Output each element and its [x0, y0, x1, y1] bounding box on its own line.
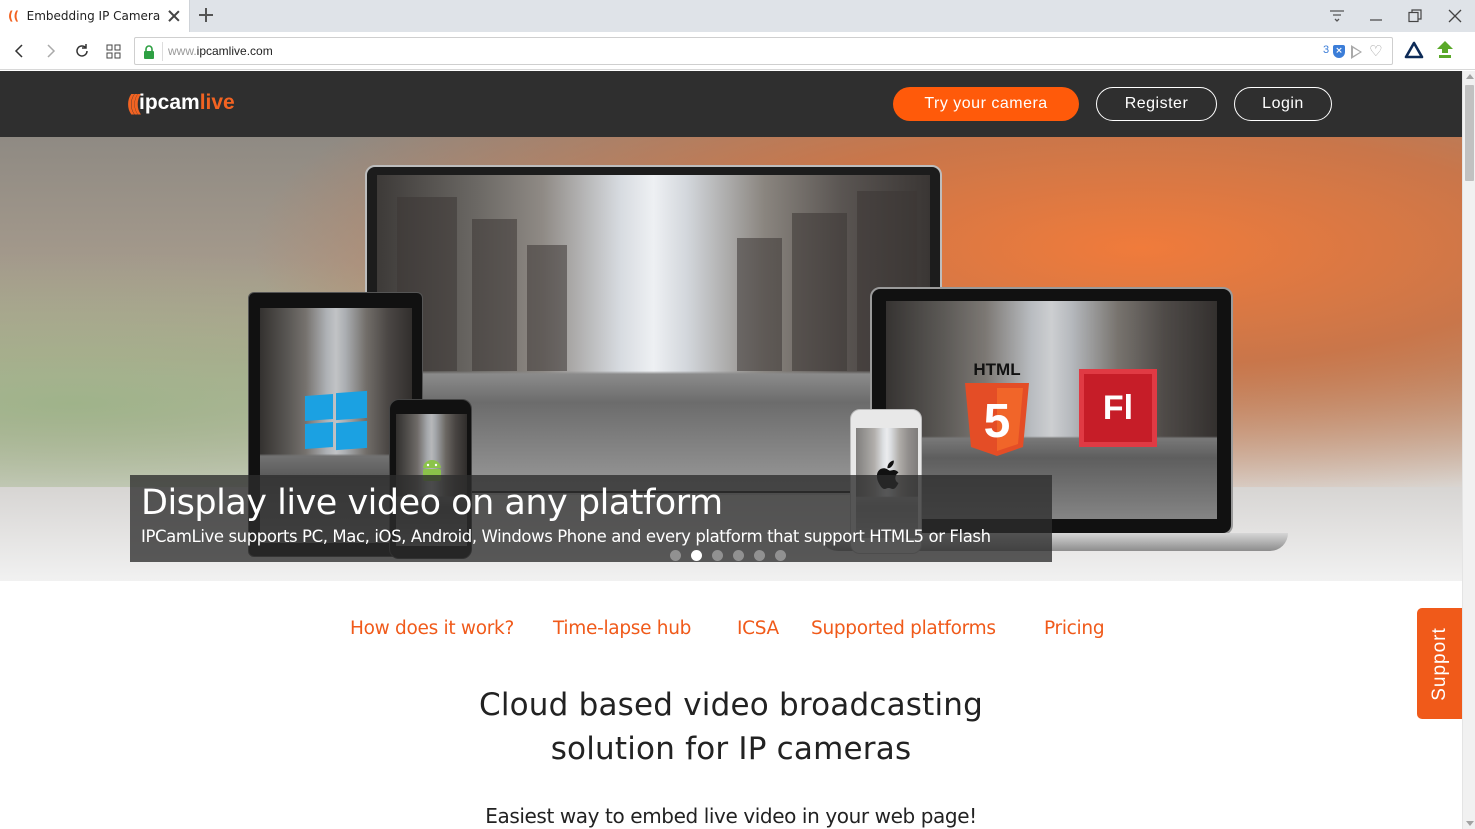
ad-block-shield-icon[interactable]: × [1333, 45, 1345, 58]
bookmark-heart-icon[interactable]: ♡ [1369, 43, 1382, 59]
menu-supported-platforms[interactable]: Supported platforms [811, 618, 996, 639]
login-button[interactable]: Login [1234, 87, 1332, 121]
site-header: ((( ipcam live Try your camera Register L… [0, 71, 1462, 137]
page-tagline: Easiest way to embed live video in your … [485, 804, 977, 828]
slider-dot[interactable] [691, 550, 702, 561]
reload-icon[interactable] [69, 38, 95, 64]
secure-lock-icon [143, 44, 155, 59]
forward-icon[interactable] [38, 38, 64, 64]
minimize-icon[interactable] [1357, 0, 1395, 32]
back-icon[interactable] [6, 38, 32, 64]
address-bar[interactable]: www.ipcamlive.com 3 × ♡ [134, 37, 1393, 65]
svg-text:HTML: HTML [973, 360, 1020, 379]
slider-dot[interactable] [775, 550, 786, 561]
menu-time-lapse-hub[interactable]: Time-lapse hub [553, 618, 691, 639]
web-page: ((( ipcam live Try your camera Register L… [0, 71, 1462, 829]
register-button[interactable]: Register [1096, 87, 1217, 121]
menu-how-does-it-work[interactable]: How does it work? [350, 618, 514, 639]
svg-text:5: 5 [984, 395, 1011, 448]
support-tab-button[interactable]: Support [1417, 608, 1462, 719]
scroll-down-arrow-icon[interactable] [1466, 821, 1474, 826]
slide-title: Display live video on any platform [141, 483, 723, 523]
vpn-extension-icon[interactable] [1403, 40, 1425, 62]
browser-tab[interactable]: (( Embedding IP Camera Live [0, 0, 190, 32]
browser-tab-bar: (( Embedding IP Camera Live [0, 0, 1475, 32]
tab-list-icon[interactable] [1318, 0, 1356, 32]
slider-pagination [670, 550, 786, 561]
new-tab-icon[interactable] [198, 7, 214, 23]
signal-waves-icon: ((( [127, 90, 141, 115]
slider-dot[interactable] [733, 550, 744, 561]
ipcamlive-logo[interactable]: ((( ipcam live [127, 90, 235, 116]
menu-icsa[interactable]: ICSA [737, 618, 779, 639]
close-window-icon[interactable] [1436, 0, 1474, 32]
tab-title: Embedding IP Camera Live [26, 9, 162, 23]
hero-slider: HTML 5 Fl Display live video on any plat… [0, 137, 1462, 581]
try-your-camera-button[interactable]: Try your camera [893, 87, 1079, 121]
menu-pricing[interactable]: Pricing [1044, 618, 1105, 639]
close-tab-icon[interactable] [167, 9, 181, 23]
slider-dot[interactable] [712, 550, 723, 561]
download-extension-icon[interactable] [1435, 40, 1457, 62]
windows-logo-icon [305, 390, 367, 451]
page-headline: Cloud based video broadcasting solution … [478, 687, 984, 767]
html5-logo-icon: HTML 5 [962, 359, 1032, 459]
page-scrollbar[interactable] [1462, 71, 1475, 829]
ipcamlive-favicon-icon: (( [8, 9, 19, 23]
scroll-thumb[interactable] [1465, 85, 1474, 181]
blocked-count: 3 [1323, 44, 1330, 56]
slider-dot[interactable] [670, 550, 681, 561]
url-text[interactable]: www.ipcamlive.com [168, 44, 273, 58]
slider-dot[interactable] [754, 550, 765, 561]
slide-caption: Display live video on any platform IPCam… [130, 475, 1052, 562]
browser-navigation-bar: www.ipcamlive.com 3 × ♡ [0, 32, 1475, 70]
slide-subtitle: IPCamLive supports PC, Mac, iOS, Android… [141, 527, 991, 546]
restore-icon[interactable] [1396, 0, 1434, 32]
speed-dial-icon[interactable] [100, 38, 126, 64]
snap-play-icon[interactable] [1351, 45, 1362, 59]
flash-logo-icon: Fl [1079, 369, 1157, 447]
scroll-up-arrow-icon[interactable] [1466, 74, 1474, 79]
